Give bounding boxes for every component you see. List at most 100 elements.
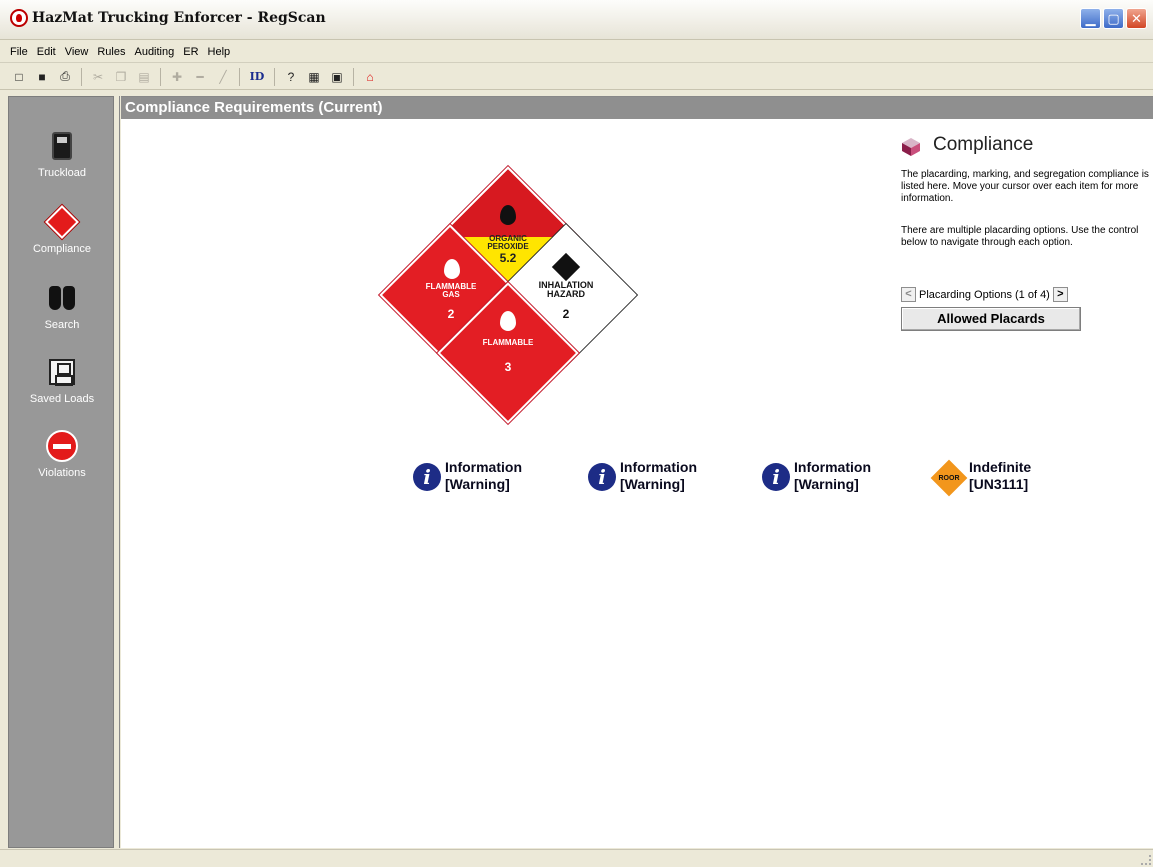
info-item[interactable]: i Information [Warning] — [413, 459, 522, 493]
placard-left-text: FLAMMABLE GAS 2 — [415, 282, 487, 321]
placard-right-line2: HAZARD — [547, 289, 585, 300]
close-button[interactable]: ✕ — [1126, 8, 1147, 29]
info-subtitle: [Warning] — [445, 476, 510, 492]
document-icon[interactable]: ▦ — [305, 68, 323, 86]
nav-label: Truckload — [38, 167, 86, 179]
cut-icon[interactable]: ✂ — [89, 68, 107, 86]
toolbar-separator — [239, 67, 240, 86]
app-window: HazMat Trucking Enforcer - RegScan ▁ ▢ ✕… — [0, 0, 1153, 867]
edit-icon[interactable]: ╱ — [214, 68, 232, 86]
report-icon[interactable]: ▣ — [328, 68, 346, 86]
placard-bottom-class: 3 — [504, 360, 512, 375]
maximize-button[interactable]: ▢ — [1103, 8, 1124, 29]
info-text: Information [Warning] — [445, 459, 522, 493]
menu-file[interactable]: File — [10, 46, 28, 58]
home-icon[interactable]: ⌂ — [361, 68, 379, 86]
app-icon[interactable] — [10, 9, 28, 27]
left-nav-bar: Truckload Compliance Search Saved Loads … — [8, 96, 114, 848]
copy-icon[interactable]: ❐ — [112, 68, 130, 86]
placard-left-class: 2 — [447, 306, 455, 321]
menu-auditing[interactable]: Auditing — [134, 46, 174, 58]
status-bar — [0, 849, 1153, 867]
nav-item-saved-loads[interactable]: Saved Loads — [9, 355, 115, 405]
add-icon[interactable]: ✚ — [168, 68, 186, 86]
remove-icon[interactable]: ━ — [191, 68, 209, 86]
info-item[interactable]: i Information [Warning] — [762, 459, 871, 493]
placard-top-text: ORGANIC PEROXIDE 5.2 — [473, 234, 543, 265]
info-subtitle: [Warning] — [620, 476, 685, 492]
help-icon[interactable]: ? — [282, 68, 300, 86]
nav-item-violations[interactable]: Violations — [9, 429, 115, 479]
menu-edit[interactable]: Edit — [37, 46, 56, 58]
save-icon[interactable]: ■ — [33, 68, 51, 86]
info-subtitle: [Warning] — [794, 476, 859, 492]
info-text: Information [Warning] — [794, 459, 871, 493]
id-button[interactable]: ID — [247, 68, 267, 86]
info-title: Indefinite — [969, 459, 1032, 475]
placard-group: ORGANIC PEROXIDE 5.2 FLAMMABLE GAS 2 INH… — [379, 166, 637, 424]
orange-placard-icon: ROOR — [930, 459, 968, 497]
info-text: Indefinite [UN3111] — [969, 459, 1031, 493]
info-icon: i — [413, 463, 441, 491]
new-file-icon[interactable]: □ — [10, 68, 28, 86]
window-controls: ▁ ▢ ✕ — [1080, 8, 1147, 29]
placard-right-class: 2 — [562, 306, 570, 321]
placard-bottom-text: FLAMMABLE 3 — [473, 338, 543, 375]
placard-bottom-line1: FLAMMABLE — [482, 338, 534, 347]
placarding-pager: < Placarding Options (1 of 4) > — [901, 287, 1068, 302]
menu-help[interactable]: Help — [208, 46, 231, 58]
nav-label: Search — [44, 319, 80, 331]
toolbar-separator — [81, 67, 82, 86]
info-icon: i — [762, 463, 790, 491]
no-entry-icon — [45, 429, 79, 463]
print-icon[interactable]: ⎙ — [56, 68, 74, 86]
nav-label: Compliance — [32, 243, 92, 255]
menu-er[interactable]: ER — [183, 46, 198, 58]
flame-icon — [500, 311, 516, 331]
nav-label: Violations — [38, 467, 86, 479]
menu-rules[interactable]: Rules — [97, 46, 125, 58]
prev-option-button[interactable]: < — [901, 287, 916, 302]
panel-title: Compliance — [933, 134, 1034, 155]
nav-item-search[interactable]: Search — [9, 281, 115, 331]
orange-placard-badge-text: ROOR — [938, 474, 960, 482]
resize-grip-icon[interactable] — [1141, 855, 1151, 865]
info-subtitle: [UN3111] — [969, 476, 1029, 492]
flame-icon — [444, 259, 460, 279]
toolbar-separator — [353, 67, 354, 86]
nav-label: Saved Loads — [29, 393, 95, 405]
pager-label: Placarding Options (1 of 4) — [919, 288, 1050, 301]
splitter[interactable] — [114, 96, 120, 848]
section-header: Compliance Requirements (Current) — [121, 97, 1153, 119]
info-title: Information — [620, 459, 697, 475]
next-option-button[interactable]: > — [1052, 287, 1068, 302]
info-icon: i — [588, 463, 616, 491]
info-item-indefinite[interactable]: ROOR Indefinite [UN3111] — [930, 459, 1031, 497]
title-bar[interactable]: HazMat Trucking Enforcer - RegScan ▁ ▢ ✕ — [0, 0, 1153, 40]
allowed-placards-button[interactable]: Allowed Placards — [901, 307, 1081, 331]
cube-icon — [901, 137, 921, 157]
flame-over-circle-icon — [500, 205, 516, 225]
nav-item-truckload[interactable]: Truckload — [9, 129, 115, 179]
binoculars-icon — [45, 281, 79, 315]
toolbar-separator — [160, 67, 161, 86]
hazmat-diamond-icon — [45, 205, 79, 239]
placard-left-line2: GAS — [442, 290, 460, 300]
main-content: Compliance Requirements (Current) ORGANI… — [121, 96, 1153, 848]
minimize-button[interactable]: ▁ — [1080, 8, 1101, 29]
menu-bar: File Edit View Rules Auditing ER Help — [0, 41, 1153, 63]
info-text: Information [Warning] — [620, 459, 697, 493]
panel-instructions: There are multiple placarding options. U… — [901, 225, 1139, 248]
placard-top-class: 5.2 — [499, 250, 517, 265]
paste-icon[interactable]: ▤ — [135, 68, 153, 86]
info-item[interactable]: i Information [Warning] — [588, 459, 697, 493]
menu-view[interactable]: View — [65, 46, 89, 58]
nav-item-compliance[interactable]: Compliance — [9, 205, 115, 255]
toolbar-separator — [274, 67, 275, 86]
info-title: Information — [445, 459, 522, 475]
truck-icon — [45, 129, 79, 163]
info-title: Information — [794, 459, 871, 475]
window-title: HazMat Trucking Enforcer - RegScan — [32, 10, 326, 26]
panel-description: The placarding, marking, and segregation… — [901, 169, 1149, 204]
toolbar: □ ■ ⎙ ✂ ❐ ▤ ✚ ━ ╱ ID ? ▦ ▣ ⌂ — [0, 64, 1153, 90]
